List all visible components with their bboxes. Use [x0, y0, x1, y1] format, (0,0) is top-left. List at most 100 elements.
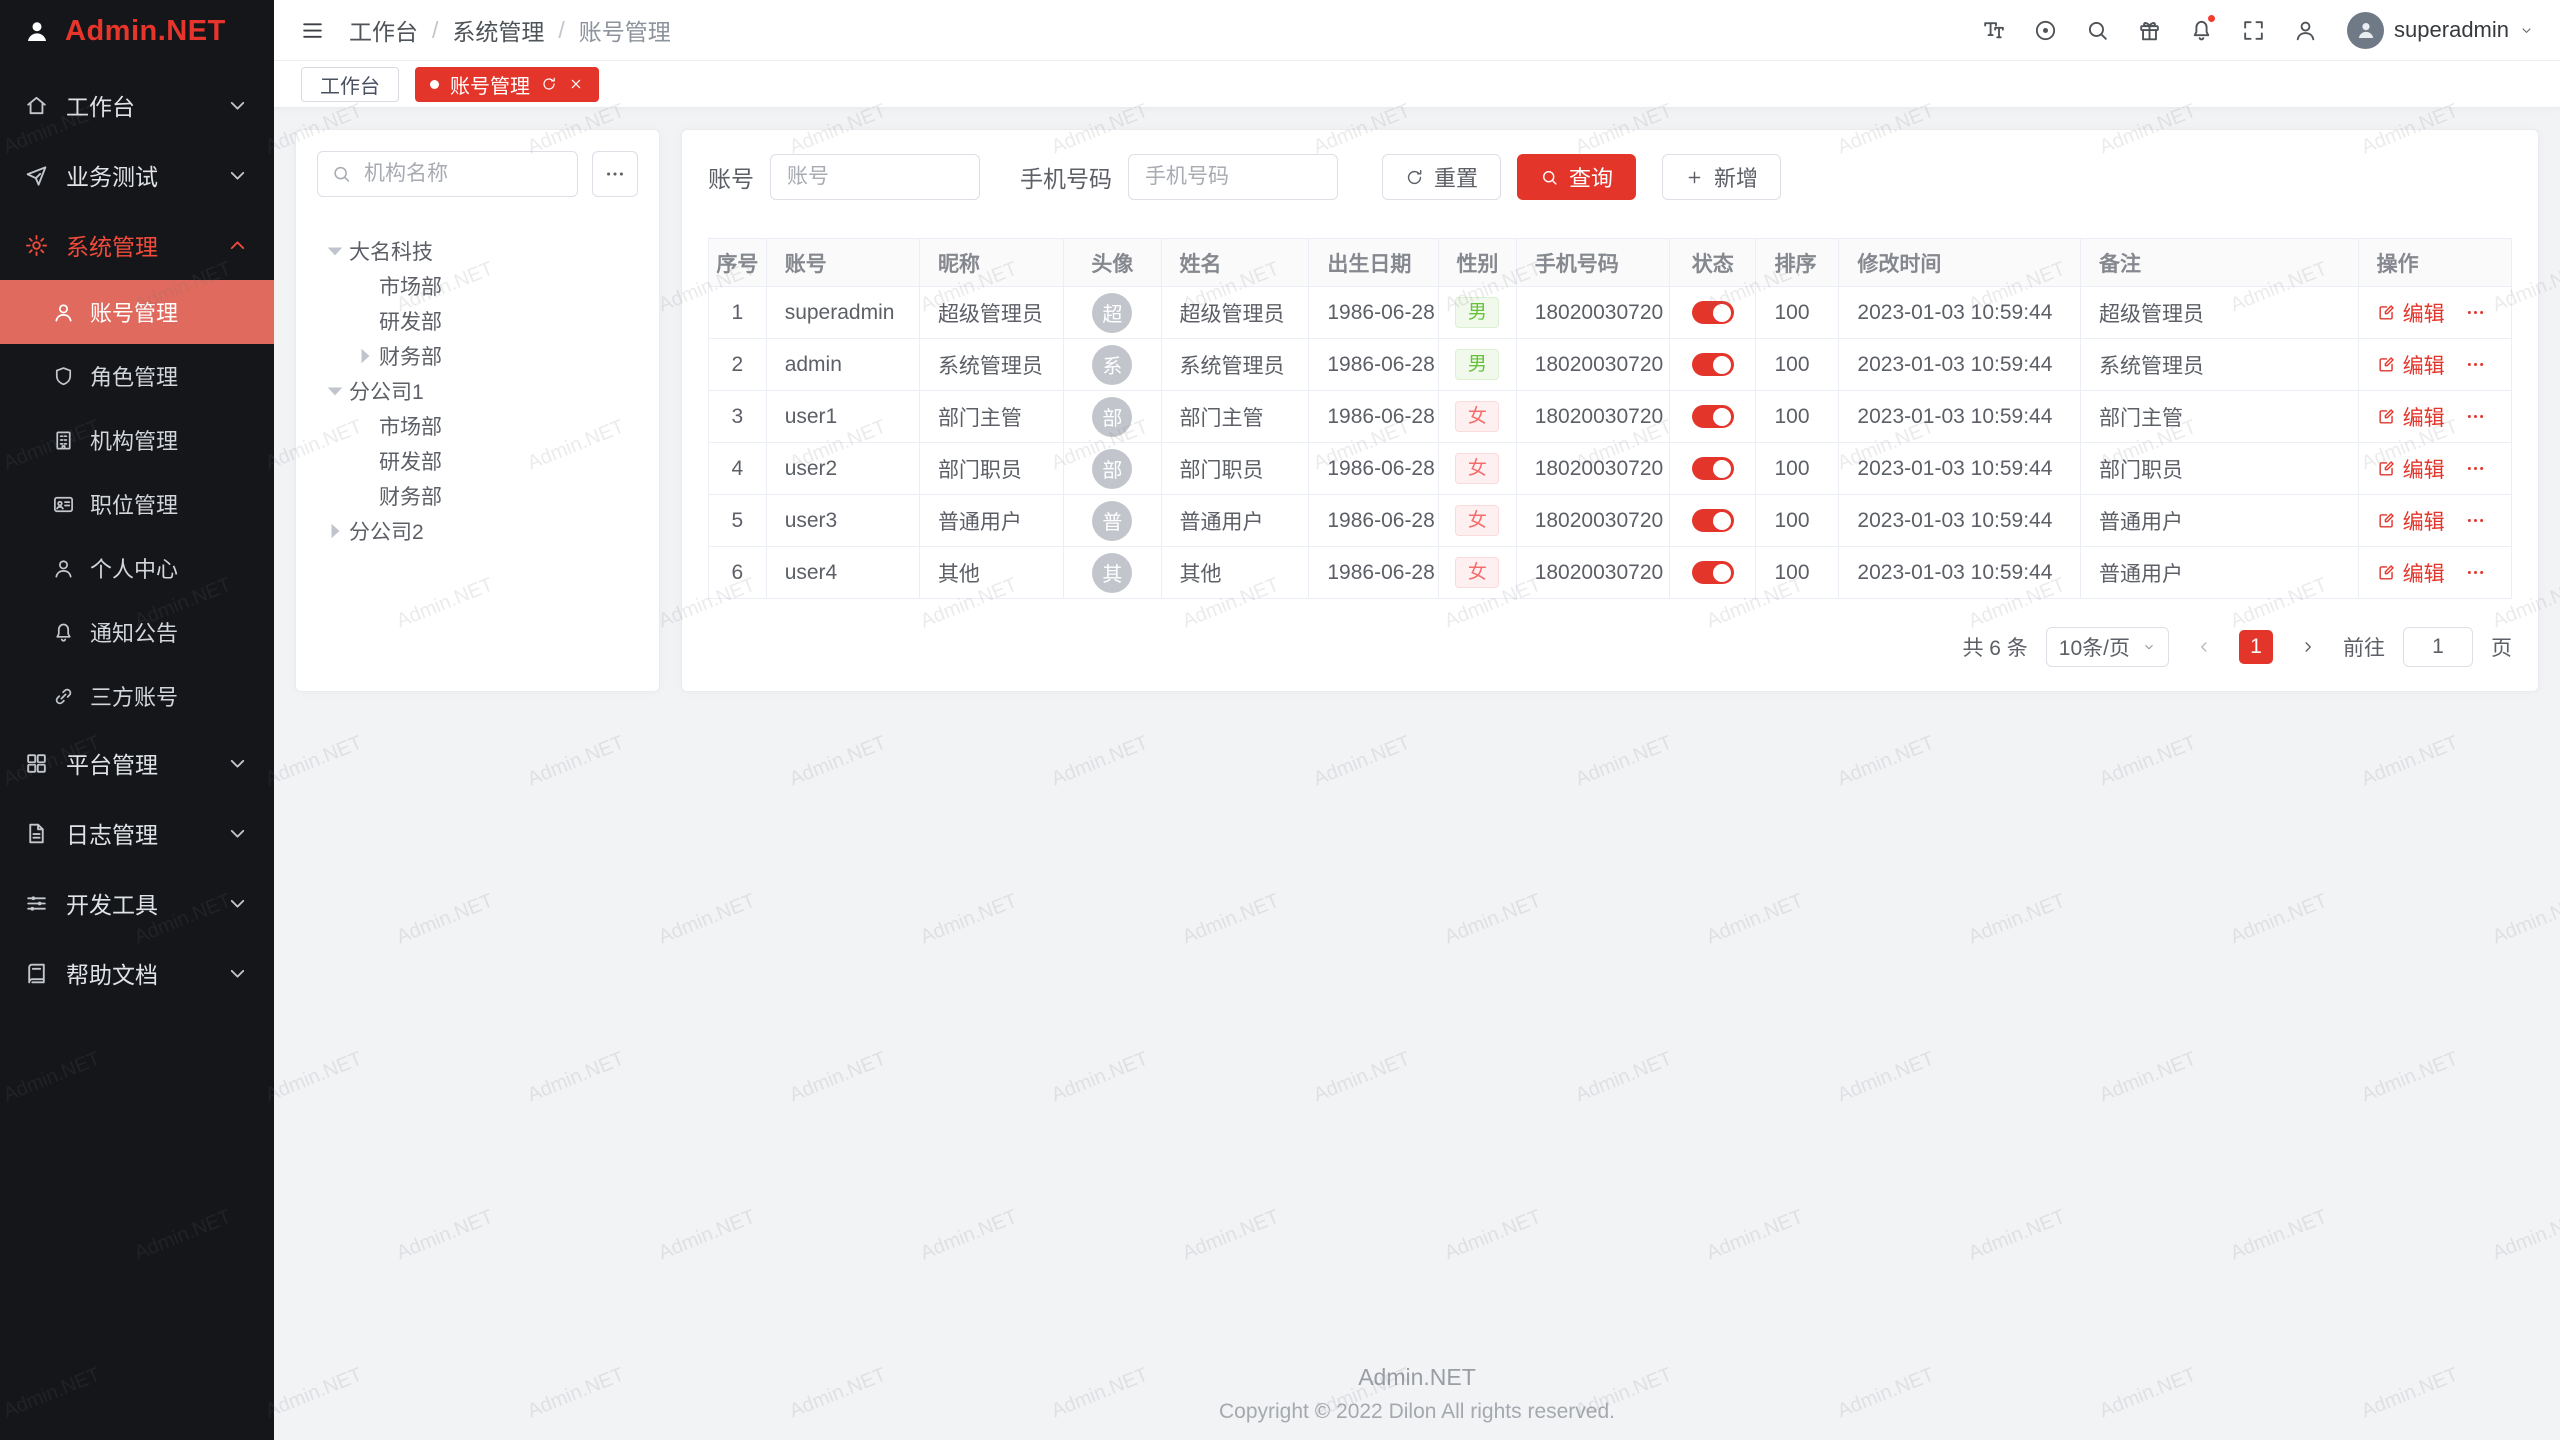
edit-button[interactable]: 编辑: [2377, 454, 2445, 484]
tree-node[interactable]: 财务部: [317, 338, 638, 373]
sidebar-item-business-test[interactable]: 业务测试: [0, 140, 274, 210]
table-row: 6user4其他其其他1986-06-28女180200307201002023…: [709, 547, 2512, 599]
page-number-1[interactable]: 1: [2239, 630, 2273, 664]
tree-node[interactable]: 市场部: [317, 408, 638, 443]
sidebar-item-org-management[interactable]: 机构管理: [0, 408, 274, 472]
row-more-button[interactable]: [2465, 458, 2486, 479]
sidebar-item-label: 通知公告: [90, 616, 178, 648]
edit-button[interactable]: 编辑: [2377, 402, 2445, 432]
tree-node[interactable]: 大名科技: [317, 233, 638, 268]
search-icon: [1540, 168, 1559, 187]
tree-node[interactable]: 财务部: [317, 478, 638, 513]
goto-page-input[interactable]: [2403, 627, 2473, 667]
status-toggle[interactable]: [1692, 301, 1734, 324]
tree-node[interactable]: 分公司2: [317, 513, 638, 548]
account-label: 账号: [708, 160, 754, 194]
theme-icon[interactable]: [2127, 8, 2171, 52]
tree-caret-icon[interactable]: [321, 237, 349, 265]
sidebar-item-system-management[interactable]: 系统管理: [0, 210, 274, 280]
sidebar-item-help-docs[interactable]: 帮助文档: [0, 938, 274, 1008]
fullscreen-icon[interactable]: [2231, 8, 2275, 52]
tab-workbench[interactable]: 工作台: [301, 67, 399, 102]
status-toggle[interactable]: [1692, 561, 1734, 584]
search-button[interactable]: 查询: [1517, 154, 1636, 200]
sidebar-item-position-management[interactable]: 职位管理: [0, 472, 274, 536]
cell-nickname: 系统管理员: [919, 339, 1063, 391]
account-icon: [52, 301, 75, 324]
search-icon[interactable]: [2075, 8, 2119, 52]
status-toggle[interactable]: [1692, 353, 1734, 376]
refresh-icon[interactable]: [541, 76, 557, 92]
org-search-input[interactable]: [317, 151, 578, 197]
send-icon: [24, 163, 49, 188]
tree-node[interactable]: 研发部: [317, 303, 638, 338]
prev-page-button[interactable]: [2187, 630, 2221, 664]
status-toggle[interactable]: [1692, 457, 1734, 480]
username-label: superadmin: [2394, 17, 2509, 43]
edit-button[interactable]: 编辑: [2377, 558, 2445, 588]
sidebar-item-third-party-account[interactable]: 三方账号: [0, 664, 274, 728]
edit-button[interactable]: 编辑: [2377, 506, 2445, 536]
edit-button-label: 编辑: [2403, 558, 2445, 588]
reset-button[interactable]: 重置: [1382, 154, 1501, 200]
add-button[interactable]: 新增: [1662, 154, 1781, 200]
topbar-actions: superadmin: [1971, 8, 2534, 52]
sidebar-item-personal-center[interactable]: 个人中心: [0, 536, 274, 600]
cell-phone: 18020030720: [1516, 443, 1669, 495]
font-size-icon[interactable]: [1971, 8, 2015, 52]
cell-sort: 100: [1756, 287, 1839, 339]
phone-label: 手机号码: [1020, 160, 1112, 194]
sidebar-item-platform-management[interactable]: 平台管理: [0, 728, 274, 798]
breadcrumb-item[interactable]: 账号管理: [579, 13, 671, 47]
bell-icon[interactable]: [2179, 8, 2223, 52]
tab-account-management[interactable]: 账号管理: [415, 67, 599, 102]
cell-name: 部门主管: [1161, 391, 1309, 443]
gear-icon: [24, 233, 49, 258]
row-more-button[interactable]: [2465, 302, 2486, 323]
phone-input[interactable]: [1128, 154, 1338, 200]
next-page-button[interactable]: [2291, 630, 2325, 664]
breadcrumb-item[interactable]: 工作台: [349, 13, 418, 47]
sidebar-item-notice[interactable]: 通知公告: [0, 600, 274, 664]
sidebar-item-log-management[interactable]: 日志管理: [0, 798, 274, 868]
close-icon[interactable]: [568, 76, 584, 92]
row-more-button[interactable]: [2465, 354, 2486, 375]
sidebar-item-workbench[interactable]: 工作台: [0, 70, 274, 140]
edit-button[interactable]: 编辑: [2377, 298, 2445, 328]
tree-node[interactable]: 市场部: [317, 268, 638, 303]
sidebar-item-account-management[interactable]: 账号管理: [0, 280, 274, 344]
fullscreen-icon: [2241, 18, 2266, 43]
edit-button[interactable]: 编辑: [2377, 350, 2445, 380]
sidebar-item-role-management[interactable]: 角色管理: [0, 344, 274, 408]
breadcrumb-item[interactable]: 系统管理: [452, 13, 544, 47]
row-more-button[interactable]: [2465, 562, 2486, 583]
user-menu[interactable]: superadmin: [2347, 12, 2534, 49]
column-header-modified: 修改时间: [1839, 239, 2081, 287]
cell-account: user4: [766, 547, 919, 599]
locale-icon[interactable]: [2023, 8, 2067, 52]
org-more-button[interactable]: [592, 151, 638, 197]
brand-logo[interactable]: Admin.NET: [0, 0, 274, 62]
edit-icon: [2377, 303, 2396, 322]
sidebar: Admin.NET 工作台业务测试系统管理账号管理角色管理机构管理职位管理个人中…: [0, 0, 274, 1440]
tree-node[interactable]: 研发部: [317, 443, 638, 478]
search-button-label: 查询: [1569, 161, 1613, 193]
tree-caret-icon[interactable]: [321, 517, 349, 545]
sidebar-item-dev-tools[interactable]: 开发工具: [0, 868, 274, 938]
row-more-button[interactable]: [2465, 510, 2486, 531]
collapse-sidebar-icon[interactable]: [300, 18, 325, 43]
status-toggle[interactable]: [1692, 405, 1734, 428]
column-header-birthday: 出生日期: [1309, 239, 1439, 287]
page-size-select[interactable]: 10条/页: [2046, 627, 2169, 667]
user-icon[interactable]: [2283, 8, 2327, 52]
docs-icon: [24, 961, 49, 986]
account-input[interactable]: [770, 154, 980, 200]
status-toggle[interactable]: [1692, 509, 1734, 532]
cell-birthday: 1986-06-28: [1309, 443, 1439, 495]
tree-node[interactable]: 分公司1: [317, 373, 638, 408]
row-more-button[interactable]: [2465, 406, 2486, 427]
tree-caret-icon[interactable]: [351, 342, 379, 370]
tree-caret-icon[interactable]: [321, 377, 349, 405]
row-avatar: 普: [1092, 501, 1132, 541]
more-horizontal-icon: [604, 163, 626, 185]
